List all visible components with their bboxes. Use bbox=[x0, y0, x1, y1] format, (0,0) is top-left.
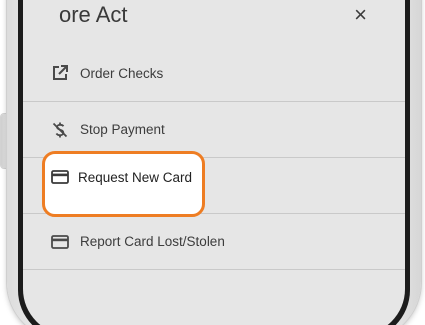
close-icon[interactable]: × bbox=[354, 2, 367, 28]
menu-item-report-card-lost[interactable]: Report Card Lost/Stolen bbox=[23, 214, 405, 270]
menu-item-label: Report Card Lost/Stolen bbox=[80, 234, 225, 249]
request-new-card-button[interactable]: Request New Card bbox=[50, 167, 192, 187]
screen-header: ore Act × bbox=[23, 0, 405, 43]
credit-card-icon bbox=[50, 232, 70, 252]
menu-item-label: Request New Card bbox=[78, 169, 193, 185]
credit-card-icon bbox=[50, 167, 70, 187]
page-title: ore Act bbox=[59, 2, 128, 27]
menu-item-order-checks[interactable]: Order Checks bbox=[23, 45, 405, 102]
menu-item-stop-payment[interactable]: Stop Payment bbox=[23, 102, 405, 158]
app-screenshot: ore Act × Order Checks Stop Payment Repo… bbox=[0, 0, 425, 325]
menu-item-label: Order Checks bbox=[80, 65, 164, 81]
menu-item-label: Stop Payment bbox=[80, 122, 165, 137]
no-dollar-icon bbox=[50, 120, 70, 140]
external-link-icon bbox=[50, 63, 70, 83]
